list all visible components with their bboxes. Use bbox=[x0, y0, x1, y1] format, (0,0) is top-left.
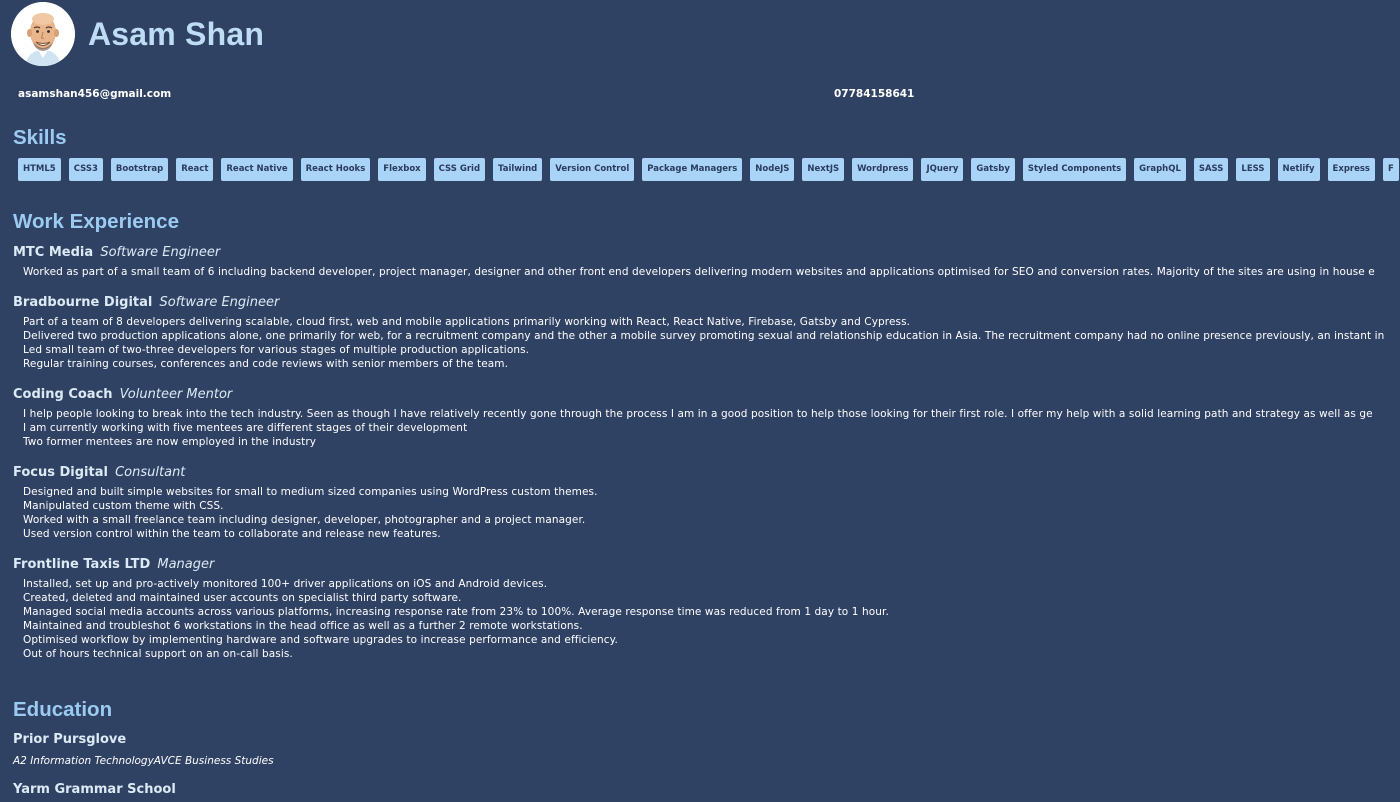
job-heading: Focus Digital Consultant bbox=[13, 464, 1400, 482]
skill-tag: Netlify bbox=[1277, 158, 1320, 181]
skill-tag: CSS3 bbox=[68, 158, 103, 181]
job-bullet: Delivered two production applications al… bbox=[13, 329, 1400, 343]
job-bullets: Worked as part of a small team of 6 incl… bbox=[13, 265, 1400, 279]
job-bullet: Worked as part of a small team of 6 incl… bbox=[13, 265, 1400, 279]
job-bullet: Out of hours technical support on an on-… bbox=[13, 647, 1400, 661]
job-bullet: Worked with a small freelance team inclu… bbox=[13, 513, 1400, 527]
profile-name: Asam Shan bbox=[88, 15, 265, 52]
skill-tag: Package Managers bbox=[642, 158, 743, 181]
job-role: Consultant bbox=[115, 465, 186, 480]
phone-link[interactable]: 07784158641 bbox=[834, 88, 914, 100]
skill-tag: GraphQL bbox=[1134, 158, 1186, 181]
skill-tag: Version Control bbox=[550, 158, 635, 181]
job-bullet: I am currently working with five mentees… bbox=[13, 421, 1400, 435]
job-heading: Bradbourne Digital Software Engineer bbox=[13, 294, 1400, 312]
job-heading: Frontline Taxis LTD Manager bbox=[13, 556, 1400, 574]
school-name: Yarm Grammar School bbox=[13, 782, 176, 797]
skill-tag: Gatsby bbox=[971, 158, 1015, 181]
job-entry: Focus Digital Consultant Designed and bu… bbox=[13, 464, 1400, 541]
job-bullet: Installed, set up and pro-actively monit… bbox=[13, 577, 1400, 591]
skill-tag: LESS bbox=[1236, 158, 1270, 181]
job-bullet: Designed and built simple websites for s… bbox=[13, 485, 1400, 499]
job-heading: Coding Coach Volunteer Mentor bbox=[13, 386, 1400, 404]
job-bullet: Maintained and troubleshot 6 workstation… bbox=[13, 619, 1400, 633]
skill-tag: React Native bbox=[221, 158, 293, 181]
job-bullets: Part of a team of 8 developers deliverin… bbox=[13, 315, 1400, 371]
job-heading: MTC Media Software Engineer bbox=[13, 244, 1400, 262]
skill-tag: NodeJS bbox=[750, 158, 795, 181]
job-entry: Bradbourne Digital Software Engineer Par… bbox=[13, 294, 1400, 371]
job-bullet: Two former mentees are now employed in t… bbox=[13, 435, 1400, 449]
skill-tag: SASS bbox=[1193, 158, 1229, 181]
skill-tag: Bootstrap bbox=[110, 158, 169, 181]
job-bullet: I help people looking to break into the … bbox=[13, 407, 1400, 421]
job-bullet: Led small team of two-three developers f… bbox=[13, 343, 1400, 357]
profile-header: Asam Shan bbox=[11, 2, 264, 66]
job-role: Manager bbox=[157, 557, 215, 572]
job-company: Focus Digital bbox=[13, 465, 108, 480]
email-link[interactable]: asamshan456@gmail.com bbox=[18, 88, 171, 100]
school-qualification: A2 Information TechnologyAVCE Business S… bbox=[13, 755, 274, 767]
job-company: MTC Media bbox=[13, 245, 94, 260]
skill-tag: HTML5 bbox=[18, 158, 61, 181]
work-experience-title: Work Experience bbox=[13, 210, 179, 233]
job-company: Coding Coach bbox=[13, 387, 113, 402]
skills-list: HTML5 CSS3 Bootstrap React React Native React… bbox=[18, 158, 1400, 182]
job-bullet: Optimised workflow by implementing hardw… bbox=[13, 633, 1400, 647]
cartoon-avatar-icon bbox=[11, 2, 75, 66]
job-entry: MTC Media Software Engineer Worked as pa… bbox=[13, 244, 1400, 279]
skill-tag: Flexbox bbox=[378, 158, 426, 181]
job-bullet: Manipulated custom theme with CSS. bbox=[13, 499, 1400, 513]
education-title: Education bbox=[13, 698, 113, 721]
skill-tag: React bbox=[176, 158, 214, 181]
skill-tag: Styled Components bbox=[1022, 158, 1127, 181]
skill-tag: JQuery bbox=[921, 158, 964, 181]
skill-tag: F bbox=[1382, 158, 1399, 181]
skill-tag: CSS Grid bbox=[433, 158, 486, 181]
skill-tag: Tailwind bbox=[493, 158, 543, 181]
job-bullet: Created, deleted and maintained user acc… bbox=[13, 591, 1400, 605]
school-name: Prior Pursglove bbox=[13, 732, 127, 747]
job-bullets: Installed, set up and pro-actively monit… bbox=[13, 577, 1400, 661]
job-entry: Frontline Taxis LTD Manager Installed, s… bbox=[13, 556, 1400, 661]
job-bullet: Part of a team of 8 developers deliverin… bbox=[13, 315, 1400, 329]
skill-tag: NextJS bbox=[802, 158, 845, 181]
job-bullets: I help people looking to break into the … bbox=[13, 407, 1400, 449]
skills-title: Skills bbox=[13, 126, 67, 149]
job-company: Frontline Taxis LTD bbox=[13, 557, 151, 572]
job-company: Bradbourne Digital bbox=[13, 295, 153, 310]
skill-tag: Wordpress bbox=[852, 158, 914, 181]
job-bullet: Used version control within the team to … bbox=[13, 527, 1400, 541]
job-bullets: Designed and built simple websites for s… bbox=[13, 485, 1400, 541]
job-bullet: Regular training courses, conferences an… bbox=[13, 357, 1400, 371]
job-role: Software Engineer bbox=[100, 245, 221, 260]
skill-tag: React Hooks bbox=[300, 158, 371, 181]
job-bullet: Managed social media accounts across var… bbox=[13, 605, 1400, 619]
skill-tag: Express bbox=[1327, 158, 1375, 181]
job-entry: Coding Coach Volunteer Mentor I help peo… bbox=[13, 386, 1400, 449]
job-role: Volunteer Mentor bbox=[119, 387, 233, 402]
job-role: Software Engineer bbox=[159, 295, 280, 310]
